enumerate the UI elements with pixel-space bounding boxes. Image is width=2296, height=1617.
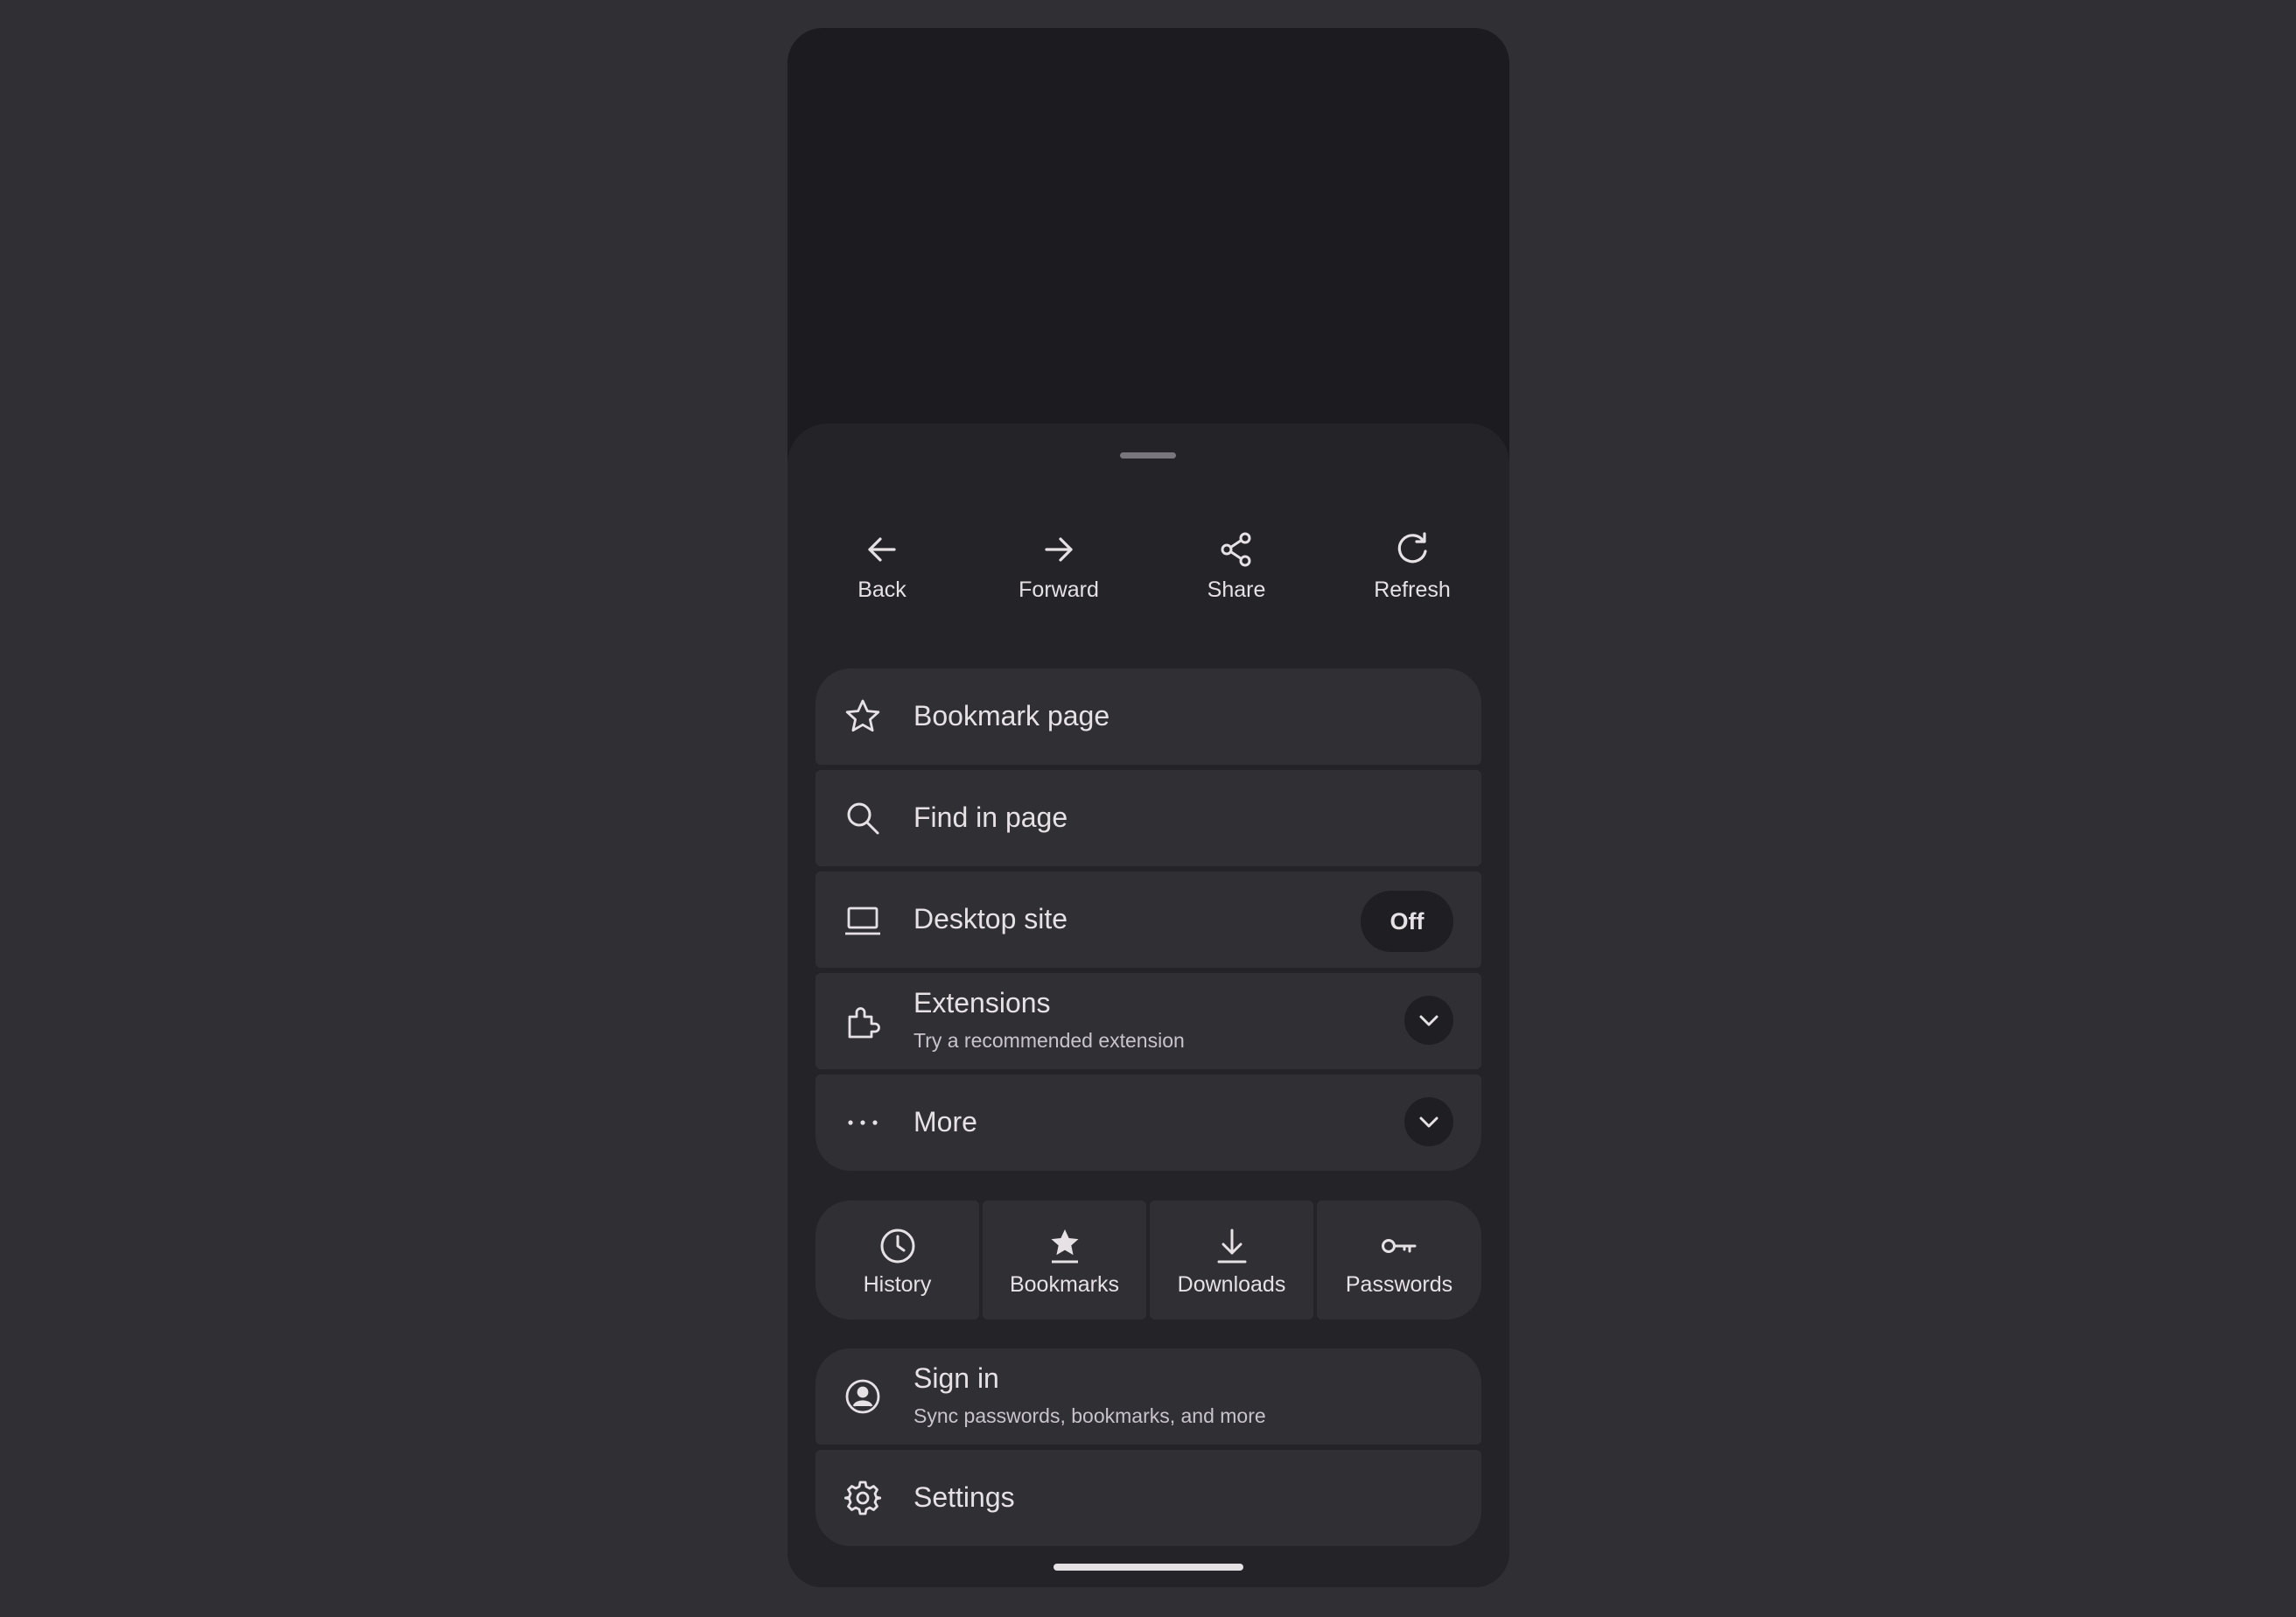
share-button[interactable]: Share: [1158, 528, 1315, 642]
star-outline-icon: [845, 699, 880, 732]
refresh-icon: [1397, 532, 1427, 564]
bookmarks-tile[interactable]: Bookmarks: [983, 1200, 1146, 1320]
account-circle-icon: [845, 1379, 880, 1414]
back-label: Back: [858, 578, 906, 602]
downloads-tile[interactable]: Downloads: [1150, 1200, 1313, 1320]
forward-label: Forward: [1018, 578, 1099, 602]
passwords-tile[interactable]: Passwords: [1317, 1200, 1481, 1320]
history-tile[interactable]: History: [816, 1200, 979, 1320]
puzzle-icon: [848, 1007, 880, 1039]
bookmark-page-item[interactable]: Bookmark page: [816, 668, 1481, 765]
home-indicator[interactable]: [1054, 1564, 1243, 1571]
more-expand-button[interactable]: [1404, 1097, 1453, 1146]
clock-icon: [880, 1228, 914, 1264]
sign-in-label: Sign in: [914, 1362, 999, 1394]
extensions-expand-button[interactable]: [1404, 996, 1453, 1045]
more-item[interactable]: More: [816, 1074, 1481, 1171]
shortcut-tiles: History Bookmarks Downloads Passwords: [816, 1200, 1481, 1320]
forward-button[interactable]: Forward: [980, 528, 1138, 642]
find-in-page-label: Find in page: [914, 802, 1068, 833]
extensions-label: Extensions: [914, 987, 1051, 1018]
search-icon: [847, 802, 879, 835]
downloads-label: Downloads: [1177, 1272, 1286, 1297]
desktop-site-label: Desktop site: [914, 903, 1068, 934]
key-icon: [1382, 1239, 1417, 1253]
chevron-down-icon: [1419, 1116, 1438, 1128]
quick-actions-row: Back Forward Share Refresh: [788, 528, 1509, 642]
more-horizontal-icon: [848, 1120, 878, 1125]
history-label: History: [863, 1272, 932, 1297]
share-label: Share: [1207, 578, 1266, 602]
sign-in-item[interactable]: Sign in Sync passwords, bookmarks, and m…: [816, 1348, 1481, 1445]
desktop-site-item[interactable]: Desktop site Off: [816, 872, 1481, 968]
passwords-label: Passwords: [1345, 1272, 1453, 1297]
extensions-item[interactable]: Extensions Try a recommended extension: [816, 973, 1481, 1069]
download-icon: [1217, 1228, 1246, 1264]
browser-menu-sheet: Back Forward Share Refresh Bookmark page…: [788, 424, 1509, 1587]
bookmarks-label: Bookmarks: [1009, 1272, 1120, 1297]
gear-icon: [844, 1480, 881, 1516]
arrow-right-icon: [1045, 537, 1073, 562]
desktop-site-toggle[interactable]: Off: [1361, 891, 1453, 952]
arrow-left-icon: [868, 537, 896, 562]
extensions-subtitle: Try a recommended extension: [914, 1029, 1185, 1052]
refresh-button[interactable]: Refresh: [1334, 528, 1491, 642]
back-button[interactable]: Back: [803, 528, 961, 642]
laptop-icon: [845, 906, 880, 935]
find-in-page-item[interactable]: Find in page: [816, 770, 1481, 866]
phone-screen: Back Forward Share Refresh Bookmark page…: [788, 28, 1509, 1587]
chevron-down-icon: [1419, 1015, 1438, 1026]
settings-item[interactable]: Settings: [816, 1450, 1481, 1546]
sign-in-subtitle: Sync passwords, bookmarks, and more: [914, 1404, 1266, 1427]
share-icon: [1221, 532, 1251, 567]
drag-handle[interactable]: [1120, 452, 1176, 458]
refresh-label: Refresh: [1374, 578, 1451, 602]
more-label: More: [914, 1106, 977, 1138]
bookmark-star-icon: [1051, 1229, 1078, 1264]
bookmark-page-label: Bookmark page: [914, 700, 1110, 732]
settings-label: Settings: [914, 1481, 1015, 1513]
